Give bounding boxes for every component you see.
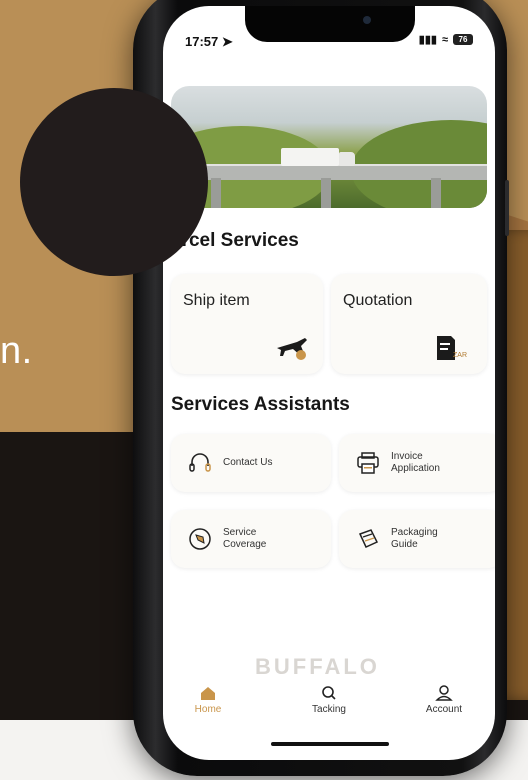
user-icon	[435, 685, 453, 701]
quotation-label: Quotation	[343, 292, 413, 309]
phone-screen: 17:57 ➤ ▮▮▮ ≈ 76 arcel Services Ship ite…	[163, 6, 495, 760]
packaging-guide-label: Packaging Guide	[391, 527, 438, 550]
bridge-pillar	[431, 178, 441, 208]
ship-item-label: Ship item	[183, 292, 250, 309]
tab-tracking[interactable]: Tacking	[284, 684, 374, 715]
compass-icon	[189, 528, 211, 550]
invoice-application-label: Invoice Application	[391, 451, 440, 474]
signal-icon: ▮▮▮	[418, 34, 437, 46]
ship-item-card[interactable]: Ship item	[171, 274, 323, 374]
decorative-circle	[20, 88, 208, 276]
banner-truck-cab	[339, 152, 355, 166]
camera-icon	[363, 16, 371, 24]
search-icon	[322, 686, 336, 700]
home-indicator	[271, 742, 389, 746]
contact-us-card[interactable]: Contact Us	[171, 434, 331, 492]
tab-account-label: Account	[425, 704, 463, 715]
home-icon	[201, 687, 215, 700]
status-time: 17:57 ➤	[185, 34, 233, 49]
tab-home[interactable]: Home	[163, 684, 253, 715]
tab-account[interactable]: Account	[399, 684, 489, 715]
tab-bar: Home Tacking Account	[163, 666, 495, 736]
location-arrow-icon: ➤	[221, 34, 233, 49]
notch	[245, 6, 415, 42]
banner-truck	[281, 148, 339, 166]
quotation-card[interactable]: Quotation ZAR	[331, 274, 487, 374]
currency-label: ZAR	[453, 352, 467, 359]
bridge-pillar	[321, 178, 331, 208]
bridge-pillar	[211, 178, 221, 208]
quote-doc-icon	[437, 336, 455, 360]
printer-icon	[357, 452, 379, 474]
airplane-icon	[277, 338, 307, 360]
wifi-icon: ≈	[441, 33, 448, 46]
tab-tracking-label: Tacking	[312, 704, 346, 715]
packaging-guide-card[interactable]: Packaging Guide	[339, 510, 495, 568]
service-coverage-label: Service Coverage	[223, 527, 267, 550]
invoice-application-card[interactable]: Invoice Application	[339, 434, 495, 492]
services-assistants-title: Services Assistants	[171, 394, 350, 415]
battery-icon: 76	[453, 34, 473, 45]
status-icons: ▮▮▮ ≈ 76	[419, 33, 473, 46]
headset-icon	[189, 453, 211, 472]
package-icon	[358, 529, 379, 548]
hero-banner[interactable]	[171, 86, 487, 208]
tab-home-label: Home	[194, 704, 222, 715]
power-button	[505, 180, 509, 236]
hero-text: n.	[0, 330, 33, 372]
service-coverage-card[interactable]: Service Coverage	[171, 510, 331, 568]
contact-us-label: Contact Us	[223, 457, 273, 468]
